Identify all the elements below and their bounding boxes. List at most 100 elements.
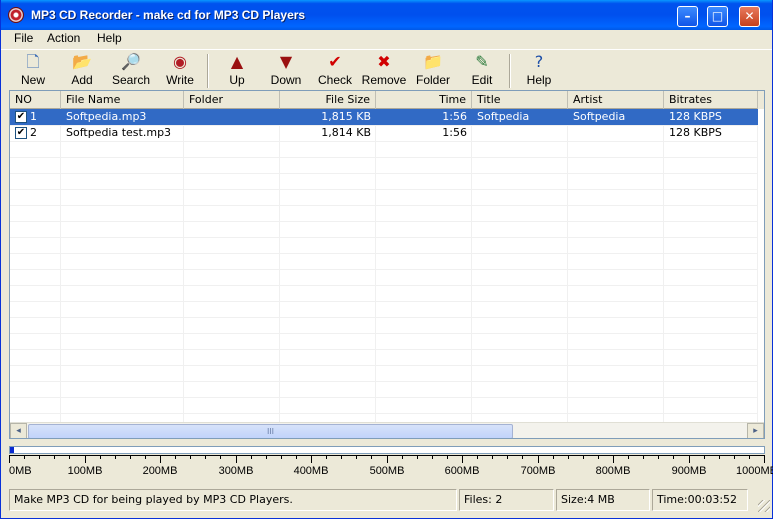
grid-row-line bbox=[10, 269, 758, 270]
cell-no: 1 bbox=[30, 110, 37, 123]
grid-row-line bbox=[10, 253, 758, 254]
folder-button[interactable]: 📁 Folder bbox=[409, 52, 457, 90]
grid-row-line bbox=[10, 157, 758, 158]
grid-row-line bbox=[10, 205, 758, 206]
column-header-time[interactable]: Time bbox=[376, 91, 472, 109]
ruler-minor-tick bbox=[205, 455, 206, 459]
resize-grip[interactable] bbox=[758, 500, 770, 512]
up-button[interactable]: ▲ Up bbox=[213, 52, 261, 90]
column-header-artist[interactable]: Artist bbox=[568, 91, 664, 109]
add-button[interactable]: 📂 Add bbox=[58, 52, 106, 90]
toolbar-label: Down bbox=[270, 73, 302, 87]
grid-row-line bbox=[10, 285, 758, 286]
new-button[interactable]: 🗋 New bbox=[9, 52, 57, 90]
column-header-no[interactable]: NO bbox=[10, 91, 61, 109]
minimize-button[interactable]: – bbox=[677, 6, 698, 27]
column-header-title[interactable]: Title bbox=[472, 91, 568, 109]
grid-column-line bbox=[471, 109, 472, 422]
cell-title bbox=[472, 125, 568, 141]
status-time: Time:00:03:52 bbox=[652, 489, 748, 511]
ruler-minor-tick bbox=[145, 455, 146, 459]
cell-artist: Softpedia bbox=[573, 110, 626, 123]
column-header-bitrates[interactable]: Bitrates bbox=[664, 91, 758, 109]
ruler-minor-tick bbox=[704, 455, 705, 459]
ruler-label: 500MB bbox=[369, 465, 405, 477]
row-checkbox[interactable]: ✔ bbox=[15, 111, 27, 123]
horizontal-scrollbar[interactable]: ◂ III ▸ bbox=[10, 422, 764, 438]
ruler-minor-tick bbox=[749, 455, 750, 459]
app-cd-icon[interactable] bbox=[8, 7, 24, 23]
capacity-progress-fill bbox=[10, 447, 14, 453]
ruler-label: 600MB bbox=[444, 465, 480, 477]
toolbar-label: Add bbox=[71, 73, 93, 87]
menu-help[interactable]: Help bbox=[97, 31, 122, 45]
maximize-button[interactable]: □ bbox=[707, 6, 728, 27]
column-header-file-name[interactable]: File Name bbox=[61, 91, 184, 109]
scroll-left-button[interactable]: ◂ bbox=[10, 423, 27, 438]
down-button[interactable]: ▼ Down bbox=[262, 52, 310, 90]
ruler-minor-tick bbox=[432, 455, 433, 459]
ruler-minor-tick bbox=[175, 455, 176, 459]
grid-column-line bbox=[567, 109, 568, 422]
grid-row-line bbox=[10, 317, 758, 318]
list-header: NO File Name Folder File Size Time Title Artis… bbox=[10, 91, 764, 109]
grid-row-line bbox=[10, 413, 758, 414]
column-header-folder[interactable]: Folder bbox=[184, 91, 280, 109]
ruler-minor-tick bbox=[251, 455, 252, 459]
add-files-icon: 📂 bbox=[72, 52, 92, 71]
file-list[interactable]: NO File Name Folder File Size Time Title Artis… bbox=[9, 90, 765, 439]
grid-column-line bbox=[279, 109, 280, 422]
grid-column-line bbox=[375, 109, 376, 422]
help-button[interactable]: ? Help bbox=[515, 52, 563, 90]
ruler-major-tick bbox=[236, 455, 237, 463]
scroll-thumb[interactable]: III bbox=[28, 424, 513, 438]
edit-icon: ✎ bbox=[475, 52, 489, 71]
write-button[interactable]: ◉ Write bbox=[156, 52, 204, 90]
remove-button[interactable]: ✖ Remove bbox=[360, 52, 408, 90]
ruler-minor-tick bbox=[266, 455, 267, 459]
ruler-minor-tick bbox=[553, 455, 554, 459]
menu-file[interactable]: File bbox=[14, 31, 33, 45]
cell-artist bbox=[568, 125, 664, 141]
menu-bar: File Action Help bbox=[1, 30, 772, 48]
row-checkbox[interactable]: ✔ bbox=[15, 127, 27, 139]
grid-row-line bbox=[10, 381, 758, 382]
ruler-major-tick bbox=[160, 455, 161, 463]
arrow-down-icon: ▼ bbox=[279, 52, 293, 71]
toolbar-label: New bbox=[20, 73, 45, 87]
grid-row-line bbox=[10, 365, 758, 366]
window-title: MP3 CD Recorder - make cd for MP3 CD Pla… bbox=[31, 8, 306, 22]
toolbar: 🗋 New 📂 Add 🔎 Search ◉ Write ▲ Up ▼ Down ✔ Check ✖ Remo… bbox=[1, 49, 772, 91]
edit-button[interactable]: ✎ Edit bbox=[458, 52, 506, 90]
ruler-minor-tick bbox=[69, 455, 70, 459]
ruler-minor-tick bbox=[583, 455, 584, 459]
table-row[interactable]: ✔ 1 Softpedia.mp3 1,815 KB 1:56 Softpedia Soft… bbox=[10, 109, 758, 125]
title-bar[interactable]: MP3 CD Recorder - make cd for MP3 CD Pla… bbox=[1, 0, 772, 30]
ruler-minor-tick bbox=[507, 455, 508, 459]
status-bar: Make MP3 CD for being played by MP3 CD P… bbox=[1, 487, 772, 518]
main-window: MP3 CD Recorder - make cd for MP3 CD Pla… bbox=[0, 0, 773, 519]
ruler-label: 300MB bbox=[218, 465, 254, 477]
ruler-major-tick bbox=[311, 455, 312, 463]
status-message: Make MP3 CD for being played by MP3 CD P… bbox=[9, 489, 457, 511]
status-size: Size:4 MB bbox=[556, 489, 650, 511]
ruler-minor-tick bbox=[402, 455, 403, 459]
cell-folder bbox=[184, 125, 280, 141]
check-button[interactable]: ✔ Check bbox=[311, 52, 359, 90]
status-files: Files: 2 bbox=[459, 489, 554, 511]
scroll-right-button[interactable]: ▸ bbox=[747, 423, 764, 438]
search-button[interactable]: 🔎 Search bbox=[107, 52, 155, 90]
new-file-icon: 🗋 bbox=[26, 52, 40, 71]
write-cd-icon: ◉ bbox=[173, 52, 187, 71]
menu-action[interactable]: Action bbox=[47, 31, 80, 45]
close-button[interactable]: ✕ bbox=[739, 6, 760, 27]
search-icon: 🔎 bbox=[121, 52, 141, 71]
table-row[interactable]: ✔ 2 Softpedia test.mp3 1,814 KB 1:56 128 KBPS bbox=[10, 125, 758, 141]
ruler-minor-tick bbox=[115, 455, 116, 459]
toolbar-separator bbox=[207, 54, 209, 88]
toolbar-label: Write bbox=[166, 73, 194, 87]
cell-bitrates: 128 KBPS bbox=[669, 110, 722, 123]
grid-row-line bbox=[10, 221, 758, 222]
column-header-file-size[interactable]: File Size bbox=[280, 91, 376, 109]
ruler-minor-tick bbox=[643, 455, 644, 459]
